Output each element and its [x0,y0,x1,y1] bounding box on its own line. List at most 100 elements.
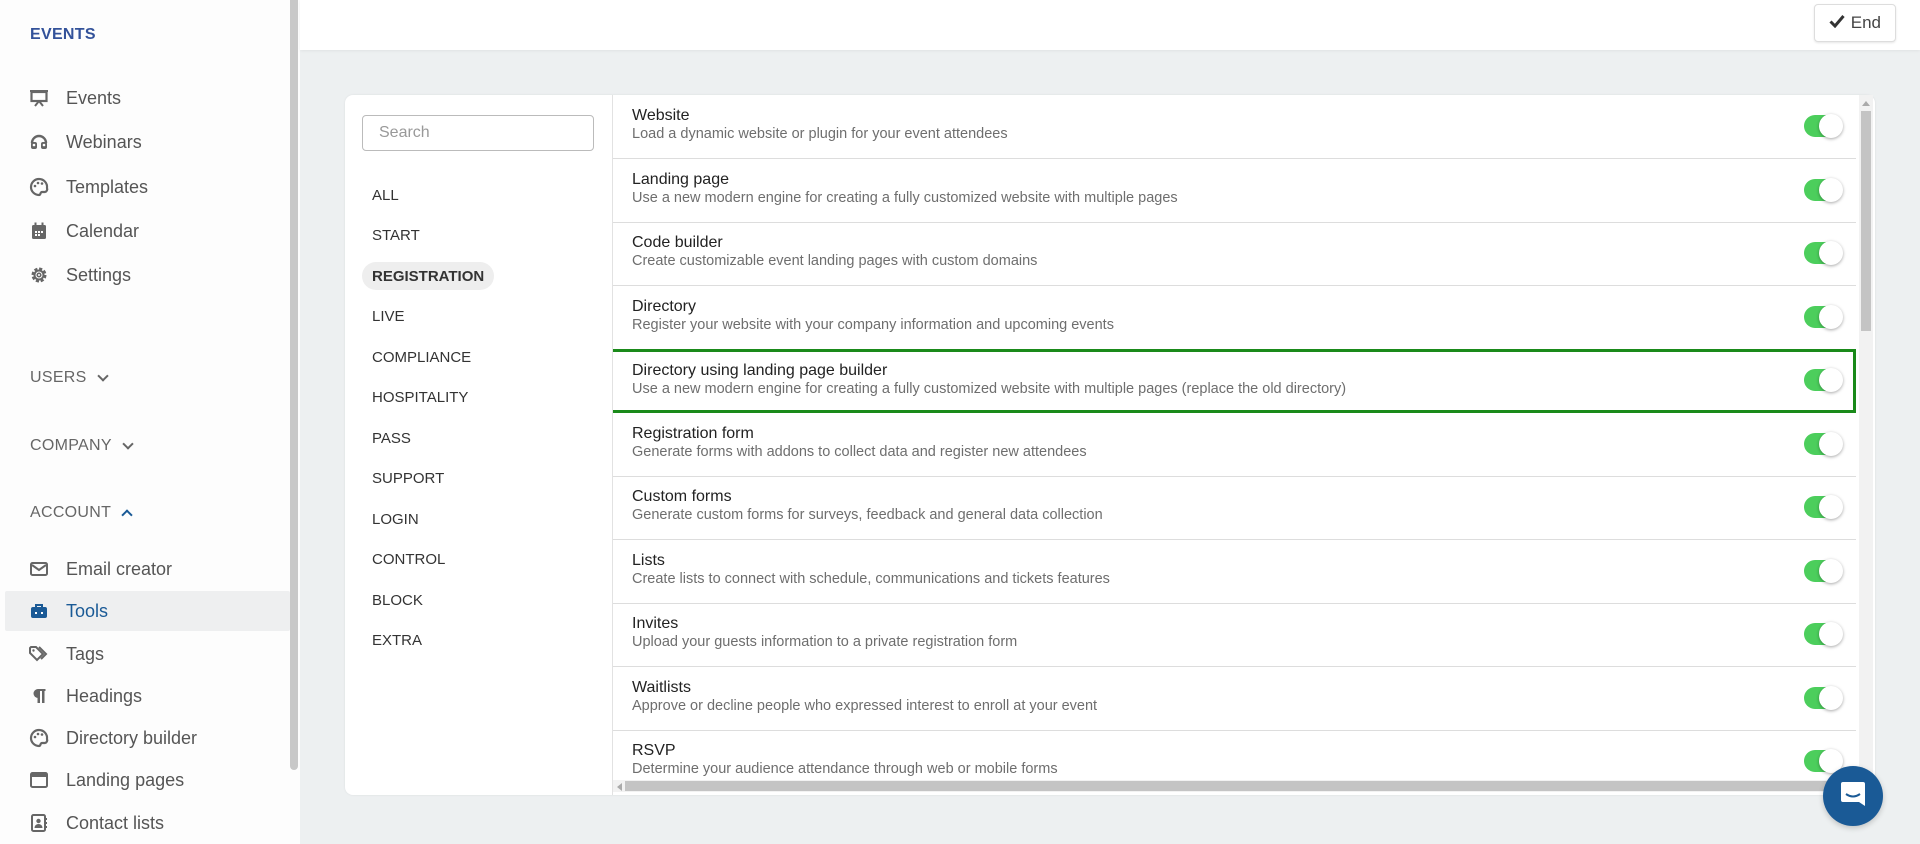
end-button[interactable]: End [1813,4,1896,42]
tool-description: Generate forms with addons to collect da… [632,444,1087,460]
tool-toggle[interactable] [1804,495,1843,519]
sidebar-item-webinars[interactable]: Webinars [5,122,290,162]
tool-row: Website Load a dynamic website or plugin … [613,95,1856,159]
category-control[interactable]: CONTROL [362,545,455,573]
tool-title: Website [632,107,690,124]
sidebar-item-calendar[interactable]: Calendar [5,211,290,251]
sidebar-item-contact-lists[interactable]: Contact lists [5,803,290,843]
tools-card: ALL START REGISTRATION LIVE COMPLIANCE HOSPIT… [345,95,1875,795]
tool-row: Registration form Generate forms with add… [613,413,1856,477]
tool-row: Lists Create lists to connect with schedu… [613,540,1856,604]
sidebar-item-templates[interactable]: Templates [5,167,290,207]
tool-toggle[interactable] [1804,241,1843,265]
sidebar-item-label: Settings [66,264,132,285]
tool-title: Lists [632,552,665,569]
scroll-left-arrow-icon[interactable] [617,783,622,791]
sidebar-scrollbar[interactable] [290,0,298,770]
toggle-knob [1819,622,1843,646]
tool-title: Landing page [632,171,729,188]
category-pass[interactable]: PASS [362,424,421,452]
toggle-knob [1819,559,1843,583]
tool-row: Landing page Use a new modern engine for … [613,159,1856,223]
tool-title: Custom forms [632,488,732,505]
tool-row: Custom forms Generate custom forms for su… [613,476,1856,540]
category-live[interactable]: LIVE [362,302,415,330]
scroll-up-arrow-icon[interactable] [1862,101,1870,106]
tool-toggle[interactable] [1804,178,1843,202]
sidebar-item-label: Headings [66,685,143,706]
sidebar-item-headings[interactable]: Headings [5,676,290,716]
toggle-knob [1819,114,1843,138]
toggle-knob [1819,305,1843,329]
category-all[interactable]: ALL [362,181,409,209]
tool-row: Directory Register your website with your… [613,286,1856,350]
vertical-scroll-thumb[interactable] [1861,111,1871,331]
category-compliance[interactable]: COMPLIANCE [362,343,481,371]
tool-toggle[interactable] [1804,368,1843,392]
category-registration[interactable]: REGISTRATION [362,262,495,290]
chevron-down-icon [96,370,109,382]
category-start[interactable]: START [362,221,430,249]
category-block[interactable]: BLOCK [362,586,433,614]
section-title-users: USERS [30,369,87,386]
toggle-knob [1819,686,1843,710]
section-title-events: EVENTS [30,26,96,43]
tool-description: Create lists to connect with schedule, c… [632,571,1110,587]
sidebar-item-landing-pages[interactable]: Landing pages [5,760,290,800]
sidebar-item-tags[interactable]: Tags [5,634,290,674]
horizontal-scrollbar[interactable] [613,780,1859,792]
chat-icon [1840,780,1866,813]
vertical-scrollbar[interactable] [1859,95,1873,785]
category-support[interactable]: SUPPORT [362,464,454,492]
tool-description: Use a new modern engine for creating a f… [632,381,1347,397]
chat-button[interactable] [1823,766,1883,826]
sidebar-item-tools[interactable]: Tools [5,591,290,631]
sidebar-item-events[interactable]: Events [5,78,290,118]
section-toggle-company[interactable]: COMPANY [30,437,134,455]
sidebar-item-label: Events [66,87,122,108]
gear-icon [29,265,49,285]
section-toggle-users[interactable]: USERS [30,369,109,387]
sidebar-item-label: Landing pages [66,769,185,790]
top-bar: End [300,0,1920,50]
tool-row: RSVP Determine your audience attendance t… [613,730,1856,780]
sidebar-item-email-creator[interactable]: Email creator [5,549,290,589]
tool-toggle[interactable] [1804,749,1843,773]
tool-toggle[interactable] [1804,686,1843,710]
tool-title: Registration form [632,425,754,442]
tool-toggle[interactable] [1804,559,1843,583]
sidebar-item-settings[interactable]: Settings [5,255,290,295]
tool-title: RSVP [632,742,676,759]
chevron-up-icon [121,509,133,521]
sidebar-item-label: Email creator [66,558,173,579]
sidebar-item-directory-builder[interactable]: Directory builder [5,718,290,758]
section-title-company: COMPANY [30,437,112,454]
tool-toggle[interactable] [1804,305,1843,329]
tool-row: Directory using landing page builder Use … [613,349,1856,413]
palette-icon [29,728,49,748]
headset-icon [29,132,49,152]
toggle-knob [1819,178,1843,202]
sidebar-item-label: Contact lists [66,812,165,833]
category-filter: ALL START REGISTRATION LIVE COMPLIANCE HOSPIT… [345,95,613,795]
category-login[interactable]: LOGIN [362,505,429,533]
tool-description: Create customizable event landing pages … [632,253,1038,269]
sidebar: EVENTS Events Webinars Templates Calenda… [0,0,300,844]
window-icon [29,770,49,790]
tool-toggle[interactable] [1804,114,1843,138]
search-input[interactable] [362,115,594,151]
tools-list: Website Load a dynamic website or plugin … [613,95,1856,780]
sidebar-item-label: Templates [66,176,149,197]
envelope-icon [29,559,49,579]
section-toggle-account[interactable]: ACCOUNT [30,504,133,522]
category-hospitality[interactable]: HOSPITALITY [362,383,478,411]
tool-toggle[interactable] [1804,432,1843,456]
tool-toggle[interactable] [1804,622,1843,646]
horizontal-scroll-thumb[interactable] [625,781,1855,791]
toggle-knob [1819,368,1843,392]
check-icon [1829,13,1845,33]
toggle-knob [1819,495,1843,519]
palette-icon [29,177,49,197]
address-book-icon [29,813,49,833]
category-extra[interactable]: EXTRA [362,626,432,654]
